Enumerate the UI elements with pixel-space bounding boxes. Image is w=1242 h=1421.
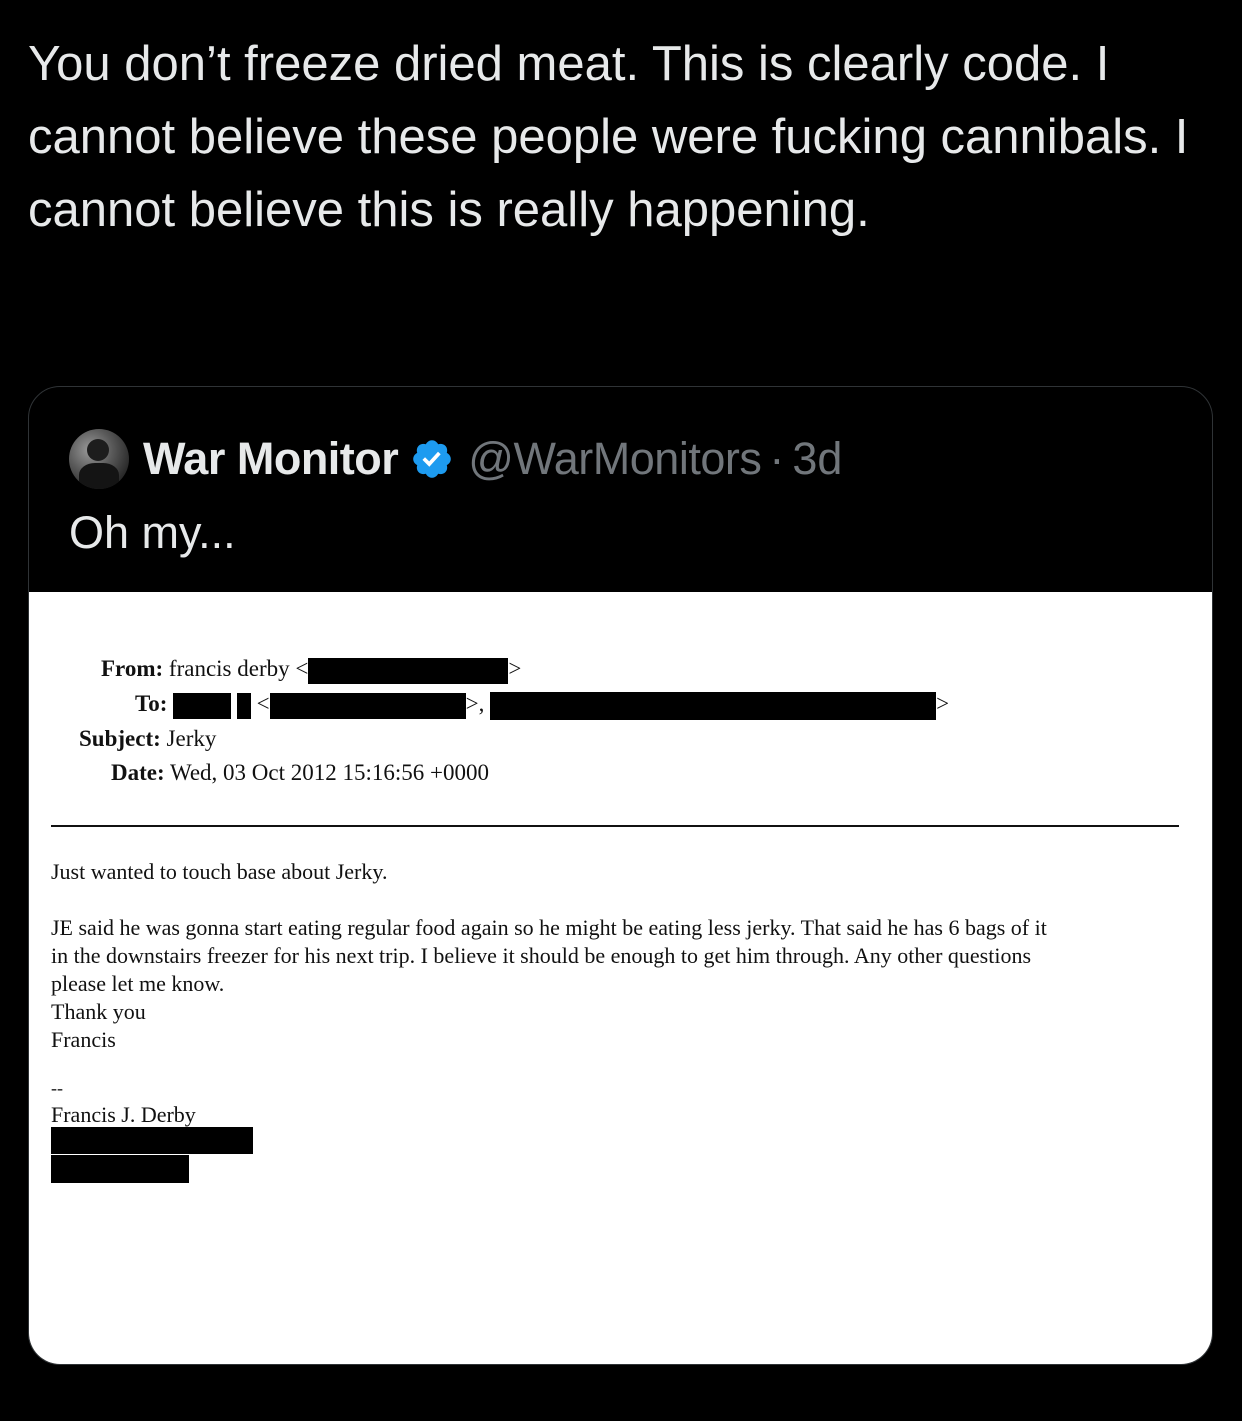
email-body-line: JE said he was gonna start eating regula… <box>51 915 1047 940</box>
email-body-line: in the downstairs freezer for his next t… <box>51 943 1032 968</box>
redaction-bar <box>51 1155 189 1183</box>
to-sep: >, <box>465 691 485 716</box>
date-value: Wed, 03 Oct 2012 15:16:56 +0000 <box>169 760 490 785</box>
timestamp[interactable]: 3d <box>792 433 842 485</box>
email-subject-row: Subject: Jerky <box>79 726 216 752</box>
subject-label: Subject: <box>79 726 161 751</box>
quoted-tweet-card[interactable]: War Monitor @WarMonitors · 3d Oh my... F… <box>28 386 1213 1365</box>
to-close: > <box>936 691 950 716</box>
redaction-bar <box>269 692 466 719</box>
email-body-line: Thank you <box>51 999 146 1024</box>
email-body-line: Francis <box>51 1027 116 1052</box>
subject-value: Jerky <box>166 726 217 751</box>
verified-badge-icon <box>413 440 452 478</box>
from-close: > <box>508 656 522 681</box>
redaction-bar <box>236 692 251 719</box>
from-value: francis derby < <box>168 656 309 681</box>
from-label: From: <box>101 656 164 681</box>
to-open: < <box>256 691 270 716</box>
signature-separator: -- <box>51 1078 63 1098</box>
tweet-text: You don’t freeze dried meat. This is cle… <box>28 37 1189 237</box>
email-from-row: From: francis derby < > <box>101 656 521 684</box>
divider <box>51 825 1179 827</box>
date-label: Date: <box>111 760 165 785</box>
redaction-bar <box>173 692 232 719</box>
email-date-row: Date: Wed, 03 Oct 2012 15:16:56 +0000 <box>111 760 489 786</box>
email-body-line: Just wanted to touch base about Jerky. <box>51 859 388 884</box>
signature-name: Francis J. Derby <box>51 1102 196 1127</box>
avatar[interactable] <box>69 429 129 489</box>
redaction-bar <box>308 657 509 684</box>
email-document-image[interactable]: From: francis derby < > To: < >, > Subject… <box>29 592 1212 1364</box>
redaction-bar <box>490 691 937 720</box>
email-to-row: To: < >, > <box>135 691 949 720</box>
redaction-bar <box>51 1127 253 1154</box>
separator-dot: · <box>769 433 785 484</box>
handle[interactable]: @WarMonitors <box>468 433 762 485</box>
to-label: To: <box>135 691 168 716</box>
email-body-line: please let me know. <box>51 971 225 996</box>
quoted-tweet-text: Oh my... <box>69 507 236 558</box>
quoted-tweet-header: War Monitor @WarMonitors · 3d <box>69 429 842 489</box>
display-name[interactable]: War Monitor <box>143 433 399 485</box>
